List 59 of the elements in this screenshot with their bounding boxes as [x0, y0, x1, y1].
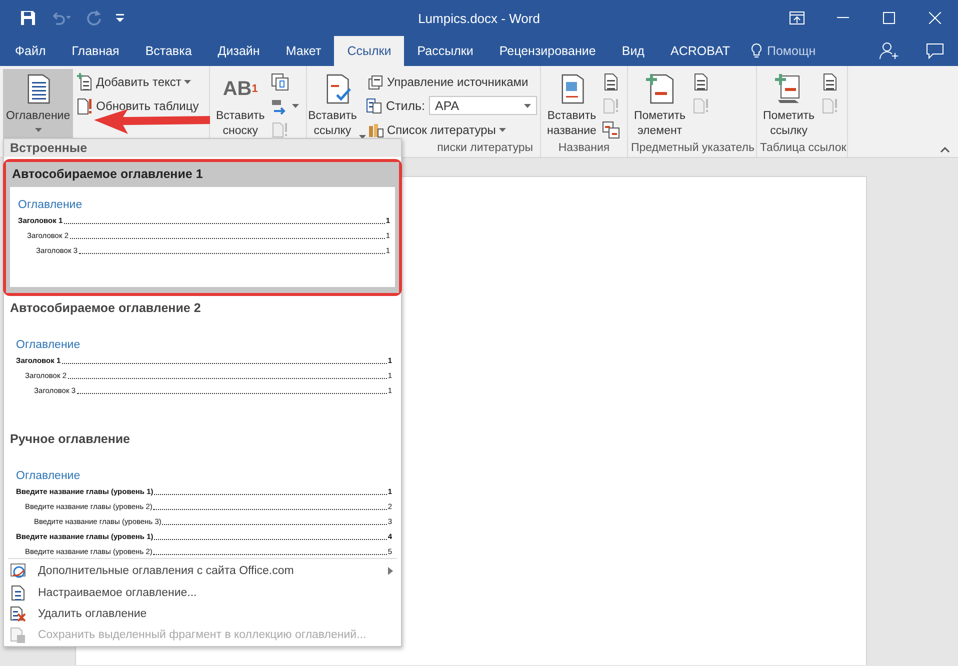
group-label: Названия — [558, 142, 610, 154]
update-page-icon — [820, 96, 839, 114]
window-title: Lumpics.docx - Word — [418, 10, 540, 26]
collapse-ribbon-icon[interactable] — [940, 147, 950, 153]
update-page-icon — [692, 96, 710, 114]
preview-heading: Оглавление — [16, 470, 80, 482]
mark-entry-icon — [644, 73, 676, 105]
footnote-icon: AB$^{1}$ — [222, 73, 258, 105]
ribbon-button[interactable]: Добавить текст — [75, 71, 201, 92]
section-header: Встроенные — [10, 140, 88, 155]
globe-icon — [10, 563, 26, 580]
menu-item[interactable]: Удалить оглавление — [4, 603, 401, 625]
delete-document-icon — [10, 606, 26, 622]
ribbon-button[interactable]: AB$^{1}$ Вставить сноску — [213, 69, 268, 141]
update-page-icon — [602, 96, 620, 114]
preview-heading: Оглавление — [16, 338, 80, 351]
page-lines-icon — [692, 72, 710, 90]
ribbon-tab[interactable]: Главная — [58, 36, 132, 66]
group-label: Предметный указатель — [631, 142, 755, 154]
ribbon-tab[interactable]: Рецензирование — [486, 36, 609, 66]
page-lines-icon — [820, 72, 839, 90]
cross-reference-icon — [602, 120, 620, 138]
ribbon-button[interactable]: Вставить ссылку — [310, 69, 364, 141]
style-icon — [366, 98, 382, 114]
ribbon-tab[interactable]: Дизайн — [204, 36, 273, 66]
ribbon-tab[interactable]: ACROBAT — [657, 36, 743, 66]
save-document-icon — [10, 627, 26, 644]
ribbon-tab[interactable]: Макет — [272, 36, 334, 66]
ribbon-button[interactable]: Управление источниками — [366, 71, 537, 92]
ribbon-tab[interactable]: Файл — [2, 36, 59, 66]
caret-icon — [524, 104, 531, 108]
manage-sources-icon — [368, 74, 384, 90]
ribbon-button[interactable]: Обновить таблицу — [75, 95, 201, 116]
ribbon-button[interactable]: Оглавление — [3, 69, 74, 141]
ribbon-tab[interactable]: Рассылки — [404, 36, 486, 66]
update-table-icon — [77, 96, 94, 114]
tell-me-field[interactable]: Помощн — [742, 36, 824, 66]
group-label: Таблица ссылок — [760, 142, 846, 154]
ribbon-button[interactable]: Пометить ссылку — [760, 69, 818, 141]
ribbon-button[interactable]: Пометить элемент — [631, 69, 689, 141]
ribbon-tab[interactable]: Вид — [608, 36, 658, 66]
document-lines-icon — [10, 584, 26, 601]
customize-menu-icon[interactable] — [116, 13, 124, 23]
ribbon-button[interactable]: Список литературы — [366, 119, 537, 140]
menu-item[interactable]: Настраиваемое оглавление... — [4, 582, 401, 604]
preview-heading: Оглавление — [18, 198, 82, 211]
add-text-icon — [77, 72, 94, 90]
endnote-icon — [270, 72, 289, 90]
style-label: Стиль: — [386, 98, 425, 112]
save-icon[interactable] — [20, 10, 36, 26]
lightbulb-icon — [750, 43, 762, 59]
ribbon-tab[interactable]: Ссылки — [334, 36, 404, 66]
group-label: писки литературы — [437, 142, 533, 154]
ribbon-button[interactable]: Вставить название — [544, 69, 600, 141]
ribbon-icon-button[interactable] — [601, 119, 622, 140]
style-dropdown[interactable]: APA — [429, 96, 537, 115]
menu-item[interactable]: Дополнительные оглавления с сайта Office.com — [4, 560, 401, 582]
page-lines-icon — [602, 72, 620, 90]
ribbon-tab[interactable]: Вставка — [132, 36, 205, 66]
